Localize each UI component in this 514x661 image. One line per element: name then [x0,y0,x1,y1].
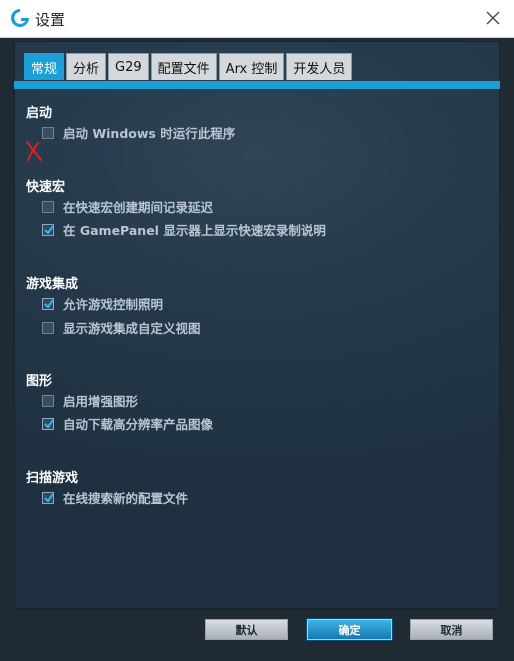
option-hires-images[interactable]: 自动下载高分辨率产品图像 [42,414,213,433]
tab-analysis[interactable]: 分析 [66,53,107,80]
checkbox-game-custom-view[interactable] [42,321,54,334]
checkmark-icon [44,418,54,429]
option-run-on-startup[interactable]: 启动 Windows 时运行此程序 [42,123,235,142]
option-label: 在 GamePanel 显示器上显示快速宏录制说明 [63,223,326,238]
checkbox-enhanced-graphics[interactable] [42,394,54,407]
checkmark-icon [44,224,54,235]
logitech-g-logo-icon [11,9,29,27]
cancel-button[interactable]: 取消 [410,619,493,640]
red-x-annotation-icon [26,141,42,161]
ok-button[interactable]: 确定 [307,619,392,640]
tab-arx-control[interactable]: Arx 控制 [218,53,285,80]
option-game-custom-view[interactable]: 显示游戏集成自定义视图 [42,318,201,337]
section-title-startup: 启动 [26,106,53,121]
option-gamepanel-instructions[interactable]: 在 GamePanel 显示器上显示快速宏录制说明 [42,220,326,239]
close-icon[interactable] [484,9,502,27]
option-label: 在线搜索新的配置文件 [63,491,189,506]
section-title-macros: 快速宏 [26,180,66,195]
option-enhanced-graphics[interactable]: 启用增强图形 [42,391,138,410]
checkbox-gamepanel-instructions[interactable] [42,223,54,236]
option-game-lighting-control[interactable]: 允许游戏控制照明 [42,294,163,313]
checkmark-icon [44,492,54,503]
tab-profiles[interactable]: 配置文件 [150,53,217,80]
tab-underline [14,81,500,89]
checkmark-icon [44,298,54,309]
checkbox-run-on-startup[interactable] [42,126,54,139]
option-label: 自动下载高分辨率产品图像 [63,417,214,432]
checkbox-online-profile-search[interactable] [42,491,54,504]
default-button[interactable]: 默认 [205,619,288,640]
option-record-delays[interactable]: 在快速宏创建期间记录延迟 [42,197,213,216]
option-label: 启用增强图形 [63,394,139,409]
window-title: 设置 [35,11,66,29]
tab-developer[interactable]: 开发人员 [286,53,353,80]
tab-general[interactable]: 常规 [24,53,65,80]
checkbox-record-delays[interactable] [42,200,54,213]
option-online-profile-search[interactable]: 在线搜索新的配置文件 [42,488,188,507]
tab-bar: 常规 分析 G29 配置文件 Arx 控制 开发人员 [24,53,354,81]
section-title-graphics: 图形 [26,374,53,389]
title-bar: 设置 [0,0,514,38]
checkbox-game-lighting-control[interactable] [42,297,54,310]
option-label: 允许游戏控制照明 [63,297,164,312]
option-label: 启动 Windows 时运行此程序 [63,126,236,141]
section-title-scan-games: 扫描游戏 [26,471,79,486]
checkbox-hires-images[interactable] [42,417,54,430]
tab-g29[interactable]: G29 [108,53,149,80]
option-label: 显示游戏集成自定义视图 [63,321,201,336]
section-title-game-integration: 游戏集成 [26,277,79,292]
option-label: 在快速宏创建期间记录延迟 [63,200,214,215]
